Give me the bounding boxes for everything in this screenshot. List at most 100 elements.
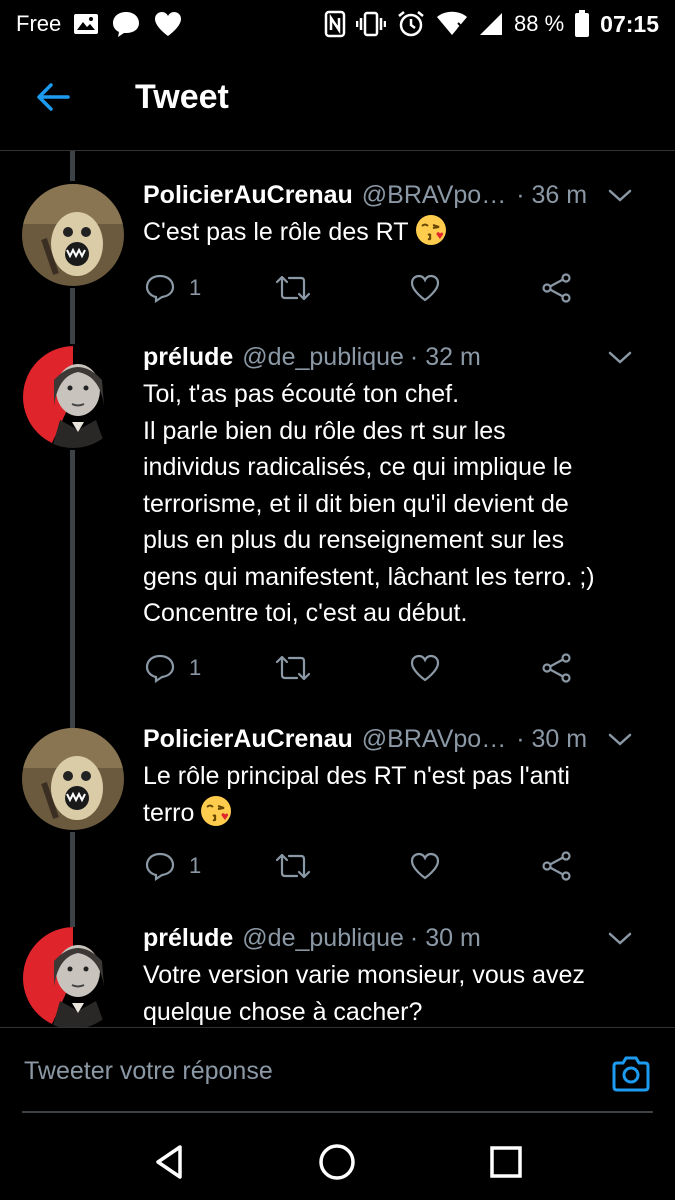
vibrate-icon: [356, 10, 387, 38]
tweet-line: plus en plus du renseignement sur les: [143, 526, 565, 554]
tweet-line: quelque chose à cacher?: [143, 997, 423, 1026]
back-triangle-icon: [156, 1145, 182, 1179]
heart-outline-icon: [410, 852, 440, 880]
thread-line: [70, 288, 75, 344]
avatar[interactable]: [22, 184, 124, 286]
signal-icon: [478, 11, 504, 37]
back-button[interactable]: [30, 76, 76, 122]
nfc-icon: [324, 10, 346, 38]
reply-input[interactable]: [22, 1050, 586, 1092]
reply-button[interactable]: 1: [145, 268, 201, 308]
author-name[interactable]: PolicierAuCrenau: [143, 181, 353, 210]
wifi-icon: [436, 11, 468, 37]
reply-count: 1: [189, 655, 202, 680]
retweet-icon: [275, 275, 311, 301]
tweet-line: Toi, t'as pas écouté ton chef.: [143, 380, 460, 408]
image-icon: [73, 12, 99, 36]
kissing-face-emoji: [415, 215, 446, 245]
system-nav-bar: [0, 1120, 675, 1200]
tweet-line: individus radicalisés, ce qui implique l…: [143, 453, 573, 481]
share-icon: [542, 273, 571, 303]
battery-icon: [574, 10, 590, 38]
tweet-text: C'est pas le rôle des RT: [143, 214, 657, 251]
clock: 07:15: [600, 10, 659, 37]
tweet-time: · 32 m: [409, 342, 481, 371]
reply-icon: [145, 274, 175, 303]
reply-icon: [145, 654, 175, 683]
recents-square-icon: [490, 1146, 522, 1178]
chevron-down-icon[interactable]: [607, 344, 633, 377]
chat-bubble-icon: [111, 10, 141, 38]
tweet-text: Votre version varie monsieur, vous avez …: [143, 957, 657, 1027]
share-icon: [542, 851, 571, 881]
tweet-actions: 1: [143, 648, 583, 688]
share-button[interactable]: [541, 846, 573, 886]
tweet-actions: 1: [143, 846, 583, 886]
chevron-down-icon[interactable]: [607, 925, 633, 958]
reply-count: 1: [189, 853, 202, 878]
carrier-label: Free: [16, 11, 62, 36]
kissing-face-emoji: [201, 795, 232, 826]
battery-percent: 88 %: [514, 11, 565, 36]
nav-home-button[interactable]: [315, 1140, 359, 1184]
thread-line: [70, 450, 75, 728]
author-handle[interactable]: @BRAVpo…: [362, 181, 506, 210]
nav-back-button[interactable]: [147, 1140, 191, 1184]
author-handle[interactable]: @BRAVpo…: [362, 725, 506, 754]
tweet-clip: prélude @de_publique · 30 m Votre versio…: [0, 900, 675, 1027]
share-button[interactable]: [541, 648, 573, 688]
heart-icon: [153, 10, 183, 38]
app-header: Tweet: [0, 48, 675, 151]
avatar[interactable]: [22, 927, 124, 1027]
tweet-text: Le rôle principal des RT n'est pas l'ant…: [143, 758, 657, 831]
tweet-time: · 30 m: [516, 724, 588, 753]
tweet-line: terro: [143, 798, 195, 827]
chevron-down-icon[interactable]: [607, 726, 633, 759]
reply-button[interactable]: 1: [145, 846, 201, 886]
share-icon: [542, 653, 571, 683]
camera-button[interactable]: [611, 1056, 651, 1097]
home-circle-icon: [319, 1144, 355, 1180]
author-name[interactable]: PolicierAuCrenau: [143, 725, 353, 754]
tweet-time: · 30 m: [409, 923, 481, 952]
avatar[interactable]: [22, 346, 124, 448]
tweet-line: Le rôle principal des RT n'est pas l'ant…: [143, 762, 570, 790]
thread-line: [70, 151, 75, 181]
heart-outline-icon: [410, 274, 440, 302]
status-bar: Free 88 % 07:15: [0, 0, 675, 48]
like-button[interactable]: [409, 648, 441, 688]
page-title: Tweet: [135, 78, 229, 116]
camera-icon: [612, 1056, 650, 1092]
reply-count: 1: [189, 275, 202, 300]
arrow-left-icon: [36, 82, 70, 117]
retweet-icon: [275, 655, 311, 681]
tweet-actions: 1: [143, 268, 583, 308]
reply-bar: [0, 1027, 675, 1112]
reply-icon: [145, 852, 175, 881]
retweet-button[interactable]: [275, 846, 311, 886]
share-button[interactable]: [541, 268, 573, 308]
divider: [22, 1111, 653, 1113]
tweet-line: Concentre toi, c'est au début.: [143, 599, 468, 627]
heart-outline-icon: [410, 654, 440, 682]
tweet-text: Toi, t'as pas écouté ton chef. Il parle …: [143, 376, 657, 632]
retweet-button[interactable]: [275, 268, 311, 308]
like-button[interactable]: [409, 268, 441, 308]
like-button[interactable]: [409, 846, 441, 886]
alarm-icon: [396, 9, 426, 39]
tweet-line: C'est pas le rôle des RT: [143, 218, 409, 246]
author-handle[interactable]: @de_publique: [242, 343, 404, 372]
tweet-line: Votre version varie monsieur, vous avez: [143, 961, 585, 989]
retweet-button[interactable]: [275, 648, 311, 688]
nav-recents-button[interactable]: [484, 1140, 528, 1184]
tweet-line: Il parle bien du rôle des rt sur les: [143, 416, 506, 445]
author-name[interactable]: prélude: [143, 343, 233, 372]
author-handle[interactable]: @de_publique: [242, 924, 404, 953]
tweet-time: · 36 m: [516, 180, 588, 209]
retweet-icon: [275, 853, 311, 879]
avatar[interactable]: [22, 728, 124, 830]
reply-button[interactable]: 1: [145, 648, 201, 688]
author-name[interactable]: prélude: [143, 924, 233, 953]
chevron-down-icon[interactable]: [607, 182, 633, 215]
tweet-line: terrorisme, et il dit bien qu'il devient…: [143, 489, 569, 518]
